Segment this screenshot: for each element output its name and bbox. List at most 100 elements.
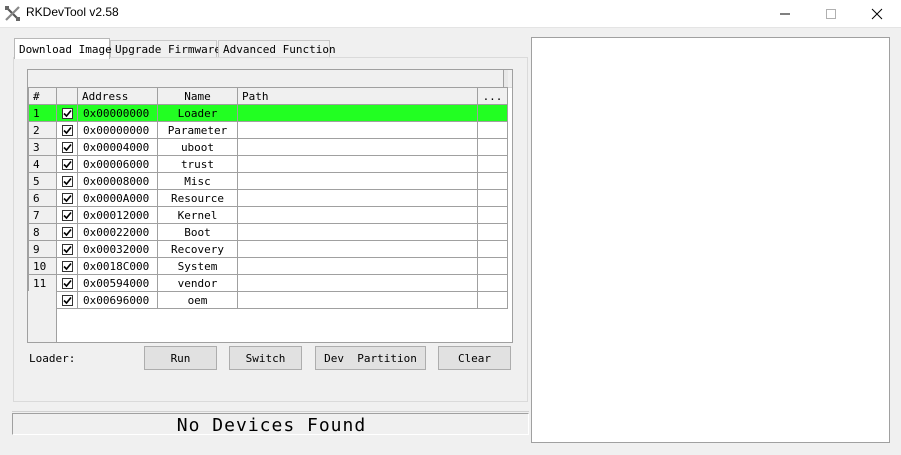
- row-path[interactable]: [237, 138, 478, 156]
- row-checkbox[interactable]: [56, 172, 78, 190]
- row-checkbox[interactable]: [56, 291, 78, 309]
- checkbox[interactable]: [61, 244, 73, 255]
- row-checkbox[interactable]: [56, 138, 78, 156]
- row-address: 0x00012000: [77, 206, 158, 224]
- checkbox[interactable]: [61, 125, 73, 136]
- row-browse-cell[interactable]: [477, 223, 508, 241]
- clear-button[interactable]: Clear: [438, 346, 511, 370]
- checkbox[interactable]: [61, 142, 73, 153]
- table-row[interactable]: 11 0x00594000 vendor: [28, 274, 508, 292]
- run-button[interactable]: Run: [144, 346, 217, 370]
- checkbox[interactable]: [61, 227, 73, 238]
- checkbox[interactable]: [61, 193, 73, 204]
- row-address: 0x00000000: [77, 104, 158, 122]
- window-title: RKDevTool v2.58: [26, 5, 119, 19]
- log-output-panel[interactable]: [531, 37, 890, 443]
- table-row[interactable]: 1 0x00000000 Loader: [28, 104, 508, 122]
- checkbox[interactable]: [61, 278, 73, 289]
- row-checkbox[interactable]: [56, 189, 78, 207]
- table-row[interactable]: 9 0x00032000 Recovery: [28, 240, 508, 258]
- checkbox[interactable]: [61, 108, 73, 119]
- tab-upgrade-firmware[interactable]: Upgrade Firmware: [110, 40, 221, 58]
- row-browse-cell[interactable]: [477, 155, 508, 173]
- row-path[interactable]: [237, 223, 478, 241]
- row-checkbox[interactable]: [56, 155, 78, 173]
- row-checkbox[interactable]: [56, 223, 78, 241]
- row-path[interactable]: [237, 257, 478, 275]
- row-number: 5: [28, 172, 57, 190]
- row-name: Resource: [157, 189, 238, 207]
- tab-advanced-function[interactable]: Advanced Function: [218, 40, 336, 58]
- switch-button[interactable]: Switch: [229, 346, 302, 370]
- row-path[interactable]: [237, 104, 478, 122]
- row-address: 0x00000000: [77, 121, 158, 139]
- row-checkbox[interactable]: [56, 240, 78, 258]
- tab-download-image[interactable]: Download Image: [14, 38, 112, 59]
- row-address: 0x00006000: [77, 155, 158, 173]
- close-button[interactable]: [854, 0, 900, 27]
- table-row[interactable]: 2 0x00000000 Parameter: [28, 121, 508, 139]
- row-browse-cell[interactable]: [477, 172, 508, 190]
- loader-label: Loader:: [29, 352, 76, 365]
- row-browse-cell[interactable]: [477, 206, 508, 224]
- row-checkbox[interactable]: [56, 257, 78, 275]
- row-checkbox[interactable]: [56, 104, 78, 122]
- checkbox[interactable]: [61, 261, 73, 272]
- checkbox[interactable]: [61, 176, 73, 187]
- checkbox[interactable]: [61, 295, 73, 306]
- row-path[interactable]: [237, 206, 478, 224]
- maximize-button[interactable]: [808, 0, 854, 27]
- row-header-gutter: [28, 291, 57, 342]
- row-path[interactable]: [237, 155, 478, 173]
- checkbox[interactable]: [61, 159, 73, 170]
- partition-grid[interactable]: # Address Name Path ... 1 0x00000000 Loade…: [27, 69, 513, 343]
- grid-header-strip: [28, 70, 512, 88]
- checkmark-icon: [62, 245, 72, 254]
- row-path[interactable]: [237, 121, 478, 139]
- row-browse-cell[interactable]: [477, 104, 508, 122]
- row-name: vendor: [157, 274, 238, 292]
- dev-partition-button[interactable]: Dev Partition: [315, 346, 426, 370]
- row-number: 3: [28, 138, 57, 156]
- row-address: 0x00004000: [77, 138, 158, 156]
- row-browse-cell[interactable]: [477, 240, 508, 258]
- col-header-browse[interactable]: ...: [477, 87, 508, 105]
- row-name: uboot: [157, 138, 238, 156]
- row-browse-cell[interactable]: [477, 257, 508, 275]
- minimize-button[interactable]: [762, 0, 808, 27]
- row-path[interactable]: [237, 189, 478, 207]
- table-row[interactable]: 10 0x0018C000 System: [28, 257, 508, 275]
- row-path[interactable]: [237, 274, 478, 292]
- partition-table: # Address Name Path ... 1 0x00000000 Loade…: [28, 87, 508, 309]
- row-checkbox[interactable]: [56, 121, 78, 139]
- table-row[interactable]: 3 0x00004000 uboot: [28, 138, 508, 156]
- row-browse-cell[interactable]: [477, 121, 508, 139]
- row-checkbox[interactable]: [56, 206, 78, 224]
- table-row[interactable]: 6 0x0000A000 Resource: [28, 189, 508, 207]
- row-checkbox[interactable]: [56, 274, 78, 292]
- checkmark-icon: [62, 194, 72, 203]
- table-row[interactable]: 7 0x00012000 Kernel: [28, 206, 508, 224]
- row-name: Kernel: [157, 206, 238, 224]
- row-path[interactable]: [237, 291, 478, 309]
- row-browse-cell[interactable]: [477, 274, 508, 292]
- table-row[interactable]: 5 0x00008000 Misc: [28, 172, 508, 190]
- row-name: Parameter: [157, 121, 238, 139]
- col-header-address: Address: [77, 87, 158, 105]
- row-address: 0x00022000: [77, 223, 158, 241]
- close-icon: [871, 8, 883, 19]
- row-browse-cell[interactable]: [477, 189, 508, 207]
- row-path[interactable]: [237, 172, 478, 190]
- row-browse-cell[interactable]: [477, 138, 508, 156]
- table-row[interactable]: 4 0x00006000 trust: [28, 155, 508, 173]
- table-row[interactable]: 8 0x00022000 Boot: [28, 223, 508, 241]
- status-bar: No Devices Found: [12, 413, 529, 436]
- row-browse-cell[interactable]: [477, 291, 508, 309]
- table-row[interactable]: 120x00696000oem: [28, 291, 508, 309]
- row-path[interactable]: [237, 240, 478, 258]
- checkmark-icon: [62, 160, 72, 169]
- checkbox[interactable]: [61, 210, 73, 221]
- row-number: 6: [28, 189, 57, 207]
- checkmark-icon: [62, 109, 72, 118]
- checkmark-icon: [62, 262, 72, 271]
